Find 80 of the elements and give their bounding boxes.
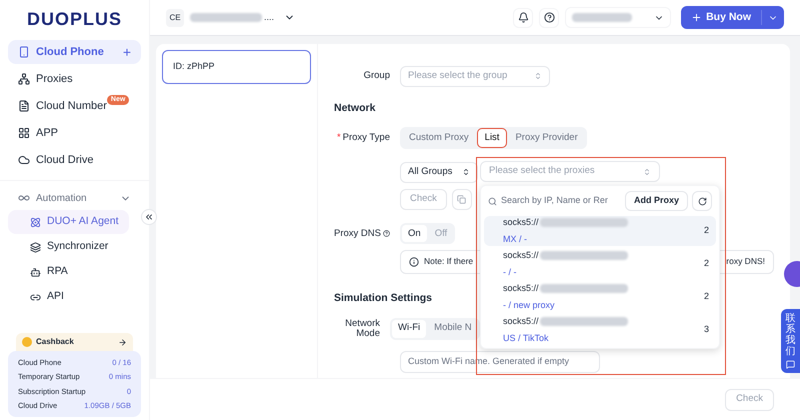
sidebar-item[interactable]: Proxies <box>8 67 141 91</box>
copy-icon <box>457 194 466 204</box>
network-mode-option[interactable]: Mobile N <box>428 320 478 338</box>
help-button[interactable] <box>539 8 560 28</box>
groups-select[interactable]: All Groups <box>400 162 478 183</box>
updown-icon <box>643 168 651 176</box>
document-icon <box>18 100 30 112</box>
field-label: * Proxy Type <box>336 130 390 145</box>
section-heading: Network <box>334 101 376 116</box>
help-icon <box>544 12 555 23</box>
sidebar-item[interactable]: API <box>8 285 74 309</box>
refresh-icon <box>698 196 706 206</box>
proxy-address: socks5:// <box>503 282 539 295</box>
plus-icon <box>691 12 702 23</box>
sidebar-item[interactable]: APP <box>8 121 141 145</box>
contact-tab[interactable]: 联系我们 <box>781 309 800 373</box>
team-avatar: CE <box>166 8 184 26</box>
notification-button[interactable] <box>513 8 534 28</box>
grid-icon <box>18 127 30 139</box>
help-icon <box>382 229 390 238</box>
updown-icon <box>534 72 542 80</box>
dns-option[interactable]: On <box>402 225 427 242</box>
network-icon <box>18 73 30 85</box>
search-field[interactable]: Search by IP, Name or Rer <box>488 194 621 208</box>
proxy-type-tab[interactable]: List <box>478 128 506 147</box>
sidebar-item[interactable]: RPA <box>8 260 78 284</box>
proxy-address: socks5:// <box>503 315 539 328</box>
note-text: Note: If there <box>424 255 474 268</box>
proxy-type-tab[interactable]: Proxy Provider <box>508 128 585 147</box>
bell-icon <box>518 12 529 23</box>
updown-icon <box>462 168 470 176</box>
device-card[interactable]: ID: zPhPP <box>162 50 311 84</box>
add-proxy-button[interactable]: Add Proxy <box>624 191 688 211</box>
copy-button[interactable] <box>452 188 472 210</box>
sidebar-item[interactable]: Cloud Drive <box>8 148 141 172</box>
coin-icon <box>22 337 32 347</box>
cloud-icon <box>18 154 30 166</box>
proxy-option[interactable]: socks5:// MX / - 2 <box>484 216 716 246</box>
collapse-icon <box>144 212 154 222</box>
logo: DUOPLUS <box>26 8 122 30</box>
robot-icon <box>30 266 41 278</box>
buy-now-button[interactable]: Buy Now <box>681 6 784 29</box>
field-label: Group <box>362 68 390 83</box>
sidebar-item[interactable]: DUO+ AI Agent <box>8 210 129 234</box>
proxy-tags: US / TikTok <box>503 332 549 345</box>
proxy-option[interactable]: socks5:// - / new proxy 2 <box>484 282 716 312</box>
proxy-tags: - / new proxy <box>503 298 555 312</box>
chat-icon <box>786 360 795 369</box>
blurred-text <box>190 13 262 22</box>
proxy-tags: - / - <box>503 266 516 279</box>
blurred-text <box>572 13 632 22</box>
note-text: roxy DNS! <box>726 255 765 268</box>
cashback-banner[interactable]: Cashback <box>16 333 133 351</box>
collapse-button[interactable] <box>141 209 157 225</box>
sidebar-item[interactable]: Synchronizer <box>8 235 118 259</box>
proxy-address: socks5:// <box>503 216 539 229</box>
field-label: Network Mode <box>344 318 380 338</box>
proxy-count: 2 <box>704 290 709 304</box>
proxy-option[interactable]: socks5:// US / TikTok 3 <box>484 315 716 345</box>
search-icon <box>488 196 497 206</box>
proxy-type-tab[interactable]: Custom Proxy <box>402 128 476 147</box>
sidebar-item[interactable]: Cloud Phone + <box>8 40 141 64</box>
proxy-tags: MX / - <box>503 232 527 246</box>
info-icon <box>409 256 419 267</box>
phone-icon <box>18 46 30 58</box>
proxy-count: 3 <box>704 323 709 336</box>
automation-section[interactable]: Automation <box>8 187 141 209</box>
proxy-count: 2 <box>704 257 709 270</box>
stack-icon <box>30 242 41 252</box>
arrow-icon <box>118 338 127 346</box>
proxy-address: socks5:// <box>503 249 539 262</box>
proxy-count: 2 <box>704 224 709 238</box>
refresh-button[interactable] <box>692 191 712 211</box>
team-name: .... <box>264 10 274 24</box>
section-heading: Simulation Settings <box>334 290 432 306</box>
add-button[interactable]: + <box>122 42 131 62</box>
proxy-option[interactable]: socks5:// - / - 2 <box>484 249 716 279</box>
field-label: Proxy DNS <box>334 226 390 241</box>
network-mode-option[interactable]: Wi-Fi <box>392 320 426 338</box>
atom-icon <box>30 216 41 228</box>
